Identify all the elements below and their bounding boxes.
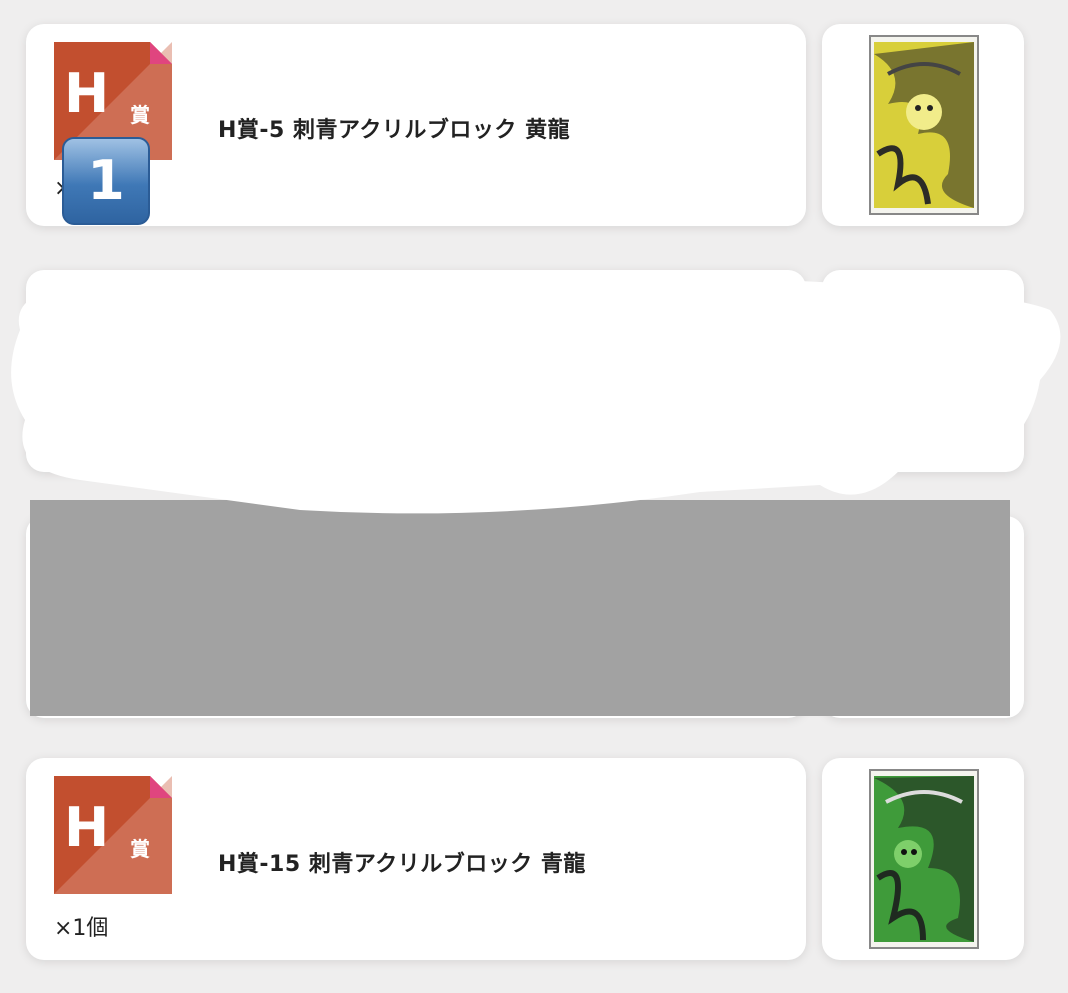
icon-letter: H <box>64 796 109 859</box>
prize-thumbnail-green-dragon[interactable] <box>822 758 1024 960</box>
green-dragon-icon <box>869 769 979 949</box>
prize-title: H賞-5 刺青アクリルブロック 黄龍 <box>218 118 571 143</box>
prize-card-h5[interactable]: H 賞 H賞-5 刺青アクリルブロック 黄龍 × 1 <box>26 24 806 226</box>
icon-sub: 賞 <box>130 837 150 861</box>
icon-letter: H <box>64 62 109 125</box>
prize-card-h15[interactable]: H 賞 H賞-15 刺青アクリルブロック 青龍 ×1個 <box>26 758 806 960</box>
yellow-dragon-icon <box>869 35 979 215</box>
h-prize-icon: H 賞 <box>54 776 172 894</box>
prize-thumbnail-redacted-1[interactable] <box>822 270 1024 472</box>
keycap-one-emoji: 1 <box>62 137 150 225</box>
redaction-block <box>30 500 1010 716</box>
icon-sub: 賞 <box>130 103 150 127</box>
prize-title: H賞-15 刺青アクリルブロック 青龍 <box>218 852 586 877</box>
quantity-label: ×1個 <box>54 916 109 941</box>
prize-thumbnail-yellow-dragon[interactable] <box>822 24 1024 226</box>
prize-card-redacted-1[interactable] <box>26 270 806 472</box>
